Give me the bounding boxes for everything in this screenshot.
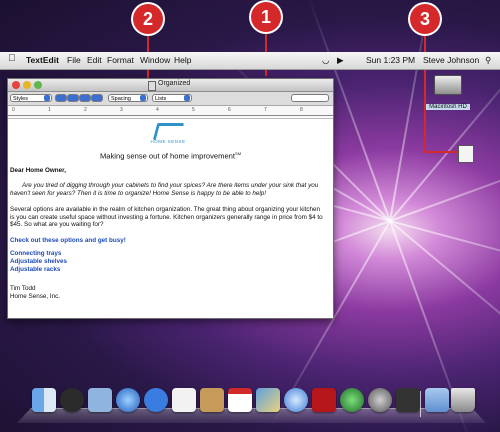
chevron-down-icon — [44, 95, 50, 101]
justify-button[interactable] — [91, 94, 103, 102]
menu-file[interactable]: File — [67, 55, 81, 65]
menu-help[interactable]: Help — [174, 55, 191, 65]
ruler-tick-2: 2 — [84, 107, 87, 113]
finder-icon[interactable] — [32, 388, 56, 412]
system-preferences-icon[interactable] — [368, 388, 392, 412]
textedit-window: Organized Styles Spacing Lists 0 1 2 3 4… — [7, 78, 334, 319]
signature-name: Tim Todd — [10, 285, 36, 292]
spacing-label: Spacing — [111, 96, 131, 102]
document-icon — [148, 81, 156, 91]
chevron-down-icon — [140, 95, 146, 101]
ruler-tick-3: 3 — [120, 107, 123, 113]
ruler-tick-8: 8 — [300, 107, 303, 113]
ruler-baseline — [8, 115, 333, 116]
tab-stops-controls[interactable] — [291, 94, 329, 102]
macintosh-hd[interactable]: Macintosh HD — [418, 75, 478, 113]
styles-label: Styles — [13, 96, 28, 102]
paragraph-2: Several options are available in the rea… — [10, 206, 323, 228]
minimize-icon[interactable] — [23, 81, 31, 89]
ruler-tick-4: 4 — [156, 107, 159, 113]
option-2: Adjustable shelves — [10, 258, 68, 265]
align-left-button[interactable] — [55, 94, 67, 102]
align-center-button[interactable] — [67, 94, 79, 102]
ruler-tick-1: 1 — [48, 107, 51, 113]
macintosh-hd-label: Macintosh HD — [426, 104, 470, 110]
iphoto-icon[interactable] — [256, 388, 280, 412]
signature-company: Home Sense, Inc. — [10, 293, 61, 300]
call-to-action: Check out these options and get busy! — [10, 237, 126, 244]
lists-popup[interactable]: Lists — [152, 94, 192, 102]
address-book-icon[interactable] — [200, 388, 224, 412]
tagline: Making sense out of home improvementSM — [8, 151, 333, 161]
safari-icon[interactable] — [116, 388, 140, 412]
callout-2: 2 — [133, 4, 163, 34]
spotlight-search-icon[interactable]: ⚲ — [485, 55, 491, 66]
menu-bar:  TextEdit File Edit Format Window Help … — [0, 52, 500, 70]
window-title-bar[interactable]: Organized — [8, 79, 333, 92]
house-icon — [152, 123, 185, 140]
document-body[interactable]: HOME SENSE Making sense out of home impr… — [8, 119, 333, 318]
wifi-icon[interactable]: ◡ — [322, 55, 329, 66]
user-name[interactable]: Steve Johnson — [423, 55, 479, 65]
itunes-icon[interactable] — [284, 388, 308, 412]
volume-icon[interactable]: ▶ — [337, 55, 344, 66]
callout-1: 1 — [251, 2, 281, 32]
ical-icon[interactable] — [228, 388, 252, 412]
menu-edit[interactable]: Edit — [87, 55, 102, 65]
clock[interactable]: Sun 1:23 PM — [366, 55, 415, 65]
documents-folder-icon[interactable] — [425, 388, 449, 412]
service-mark: SM — [235, 151, 242, 156]
tagline-text: Making sense out of home improvement — [99, 151, 236, 161]
menu-app-name[interactable]: TextEdit — [26, 55, 59, 65]
photo-booth-icon[interactable] — [312, 388, 336, 412]
dock — [16, 383, 487, 424]
format-toolbar: Styles Spacing Lists — [8, 92, 333, 106]
time-machine-icon[interactable] — [340, 388, 364, 412]
callout-3: 3 — [410, 4, 440, 34]
close-icon[interactable] — [12, 81, 20, 89]
mail-icon[interactable] — [88, 388, 112, 412]
textedit-icon[interactable] — [172, 388, 196, 412]
ruler[interactable]: 0 1 2 3 4 5 6 7 8 — [8, 106, 333, 119]
logo-text: HOME SENSE — [150, 139, 186, 144]
zoom-icon[interactable] — [34, 81, 42, 89]
ruler-tick-0: 0 — [12, 107, 15, 113]
chevron-down-icon — [184, 95, 190, 101]
menu-format[interactable]: Format — [107, 55, 134, 65]
ichat-icon[interactable] — [144, 388, 168, 412]
home-sense-logo: HOME SENSE — [143, 122, 193, 147]
option-1: Connecting trays — [10, 250, 62, 257]
spaces-icon[interactable] — [396, 388, 420, 412]
dock-divider — [420, 391, 421, 417]
ruler-tick-5: 5 — [192, 107, 195, 113]
spacing-popup[interactable]: Spacing — [108, 94, 148, 102]
ruler-tick-6: 6 — [228, 107, 231, 113]
menu-window[interactable]: Window — [140, 55, 170, 65]
document-file-icon[interactable] — [458, 145, 474, 163]
apple-menu-icon[interactable]:  — [8, 53, 16, 64]
trash-icon[interactable] — [451, 388, 475, 412]
option-3: Adjustable racks — [10, 266, 61, 273]
styles-popup[interactable]: Styles — [10, 94, 52, 102]
dashboard-icon[interactable] — [60, 388, 84, 412]
hard-drive-icon — [434, 75, 462, 95]
window-title: Organized — [158, 80, 191, 87]
ruler-tick-7: 7 — [264, 107, 267, 113]
paragraph-1: Are you tired of digging through your ca… — [10, 182, 319, 197]
lists-label: Lists — [155, 96, 167, 102]
salutation: Dear Home Owner, — [10, 167, 66, 174]
align-right-button[interactable] — [79, 94, 91, 102]
